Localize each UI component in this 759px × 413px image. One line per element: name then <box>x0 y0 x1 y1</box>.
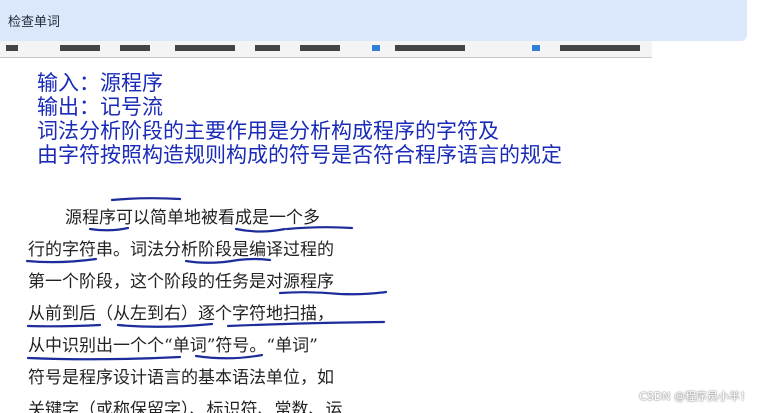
toolbar-glyph <box>560 45 640 51</box>
toolbar-icon <box>372 45 380 51</box>
toolbar-glyph <box>395 45 465 51</box>
book-line: 关键字（或称保留字）、标识符、常数、运 <box>28 400 343 413</box>
book-line: 行的字符串。词法分析阶段是编译过程的 <box>28 240 334 260</box>
toolbar-glyph <box>300 45 340 51</box>
ink-stroke <box>26 355 182 361</box>
book-line: 从中识别出一个个“单词”符号。“单词” <box>28 336 318 356</box>
book-line: 第一个阶段，这个阶段的任务是对源程序 <box>28 272 334 292</box>
toolbar-glyph <box>255 45 280 51</box>
toolbar-glyph <box>175 45 235 51</box>
toolbar-glyph <box>120 45 150 51</box>
toolbar-icon <box>532 45 540 51</box>
slide-line-output: 输出：记号流 <box>37 95 163 119</box>
toolbar-strip <box>0 41 652 58</box>
lecture-slide: 输入：源程序 输出：记号流 词法分析阶段的主要作用是分析构成程序的字符及 由字符… <box>0 58 652 413</box>
book-line: 从前到后（从左到右）逐个字符地扫描， <box>28 304 334 324</box>
toolbar-glyph <box>6 45 18 51</box>
toolbar-glyph <box>60 45 100 51</box>
ink-stroke <box>110 197 182 202</box>
ink-stroke <box>234 227 287 233</box>
csdn-watermark: CSDN @程序员小羊！ <box>639 390 751 403</box>
slide-line-purpose: 词法分析阶段的主要作用是分析构成程序的字符及 <box>37 119 499 143</box>
slide-line-rule: 由字符按照构造规则构成的符号是否符合程序语言的规定 <box>37 143 562 167</box>
slide-line-input: 输入：源程序 <box>37 71 163 95</box>
book-line: 符号是程序设计语言的基本语法单位，如 <box>28 368 334 388</box>
header-bar: 检查单词 <box>0 0 747 41</box>
book-line: 源程序可以简单地被看成是一个多 <box>65 208 320 228</box>
header-title: 检查单词 <box>8 15 61 30</box>
ink-stroke <box>26 323 102 328</box>
